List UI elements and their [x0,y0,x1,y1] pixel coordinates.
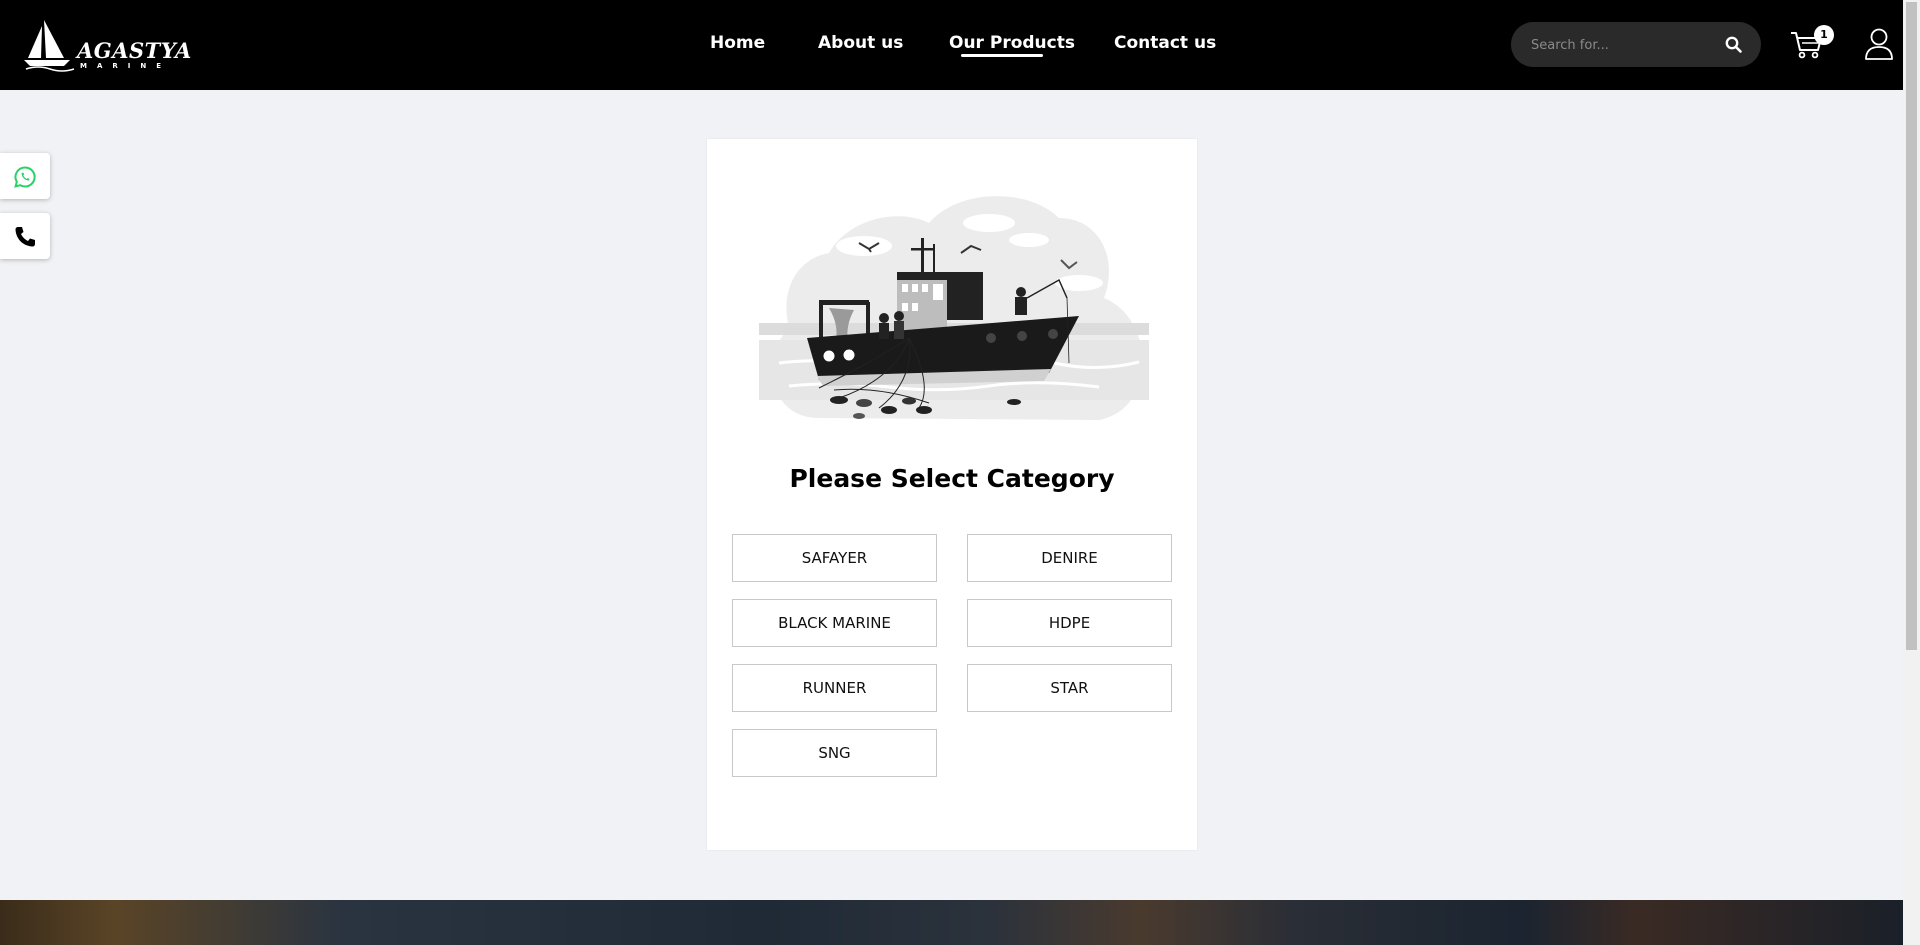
category-button-runner[interactable]: RUNNER [732,664,937,712]
active-nav-underline [961,54,1043,57]
nav-contact-us[interactable]: Contact us [1114,33,1216,53]
page-scrollbar[interactable] [1903,0,1920,945]
category-button-denire[interactable]: DENIRE [967,534,1172,582]
category-heading: Please Select Category [789,464,1115,493]
category-button-sng[interactable]: SNG [732,729,937,777]
scrollbar-thumb[interactable] [1906,2,1917,650]
nav-about-us[interactable]: About us [818,33,903,53]
category-button-hdpe[interactable]: HDPE [967,599,1172,647]
whatsapp-icon [14,166,36,188]
phone-button[interactable] [0,213,50,259]
search-input[interactable] [1531,34,1721,56]
site-header: AGASTYA MARINE Home About us Our Product… [0,0,1903,90]
nav-our-products[interactable]: Our Products [949,33,1075,53]
nav-home[interactable]: Home [710,33,765,53]
category-button-black-marine[interactable]: BLACK MARINE [732,599,937,647]
user-account-icon[interactable] [1864,27,1894,61]
cart-count-badge: 1 [1814,25,1834,45]
category-button-star[interactable]: STAR [967,664,1172,712]
whatsapp-button[interactable] [0,153,50,199]
category-button-safayer[interactable]: SAFAYER [732,534,937,582]
search-icon[interactable] [1724,35,1744,55]
fishing-boat-illustration [759,196,1149,420]
category-card: Please Select Category SAFAYER DENIRE BL… [707,139,1197,850]
phone-icon [15,227,35,247]
search-box [1511,22,1761,67]
footer-banner-image [0,900,1903,945]
